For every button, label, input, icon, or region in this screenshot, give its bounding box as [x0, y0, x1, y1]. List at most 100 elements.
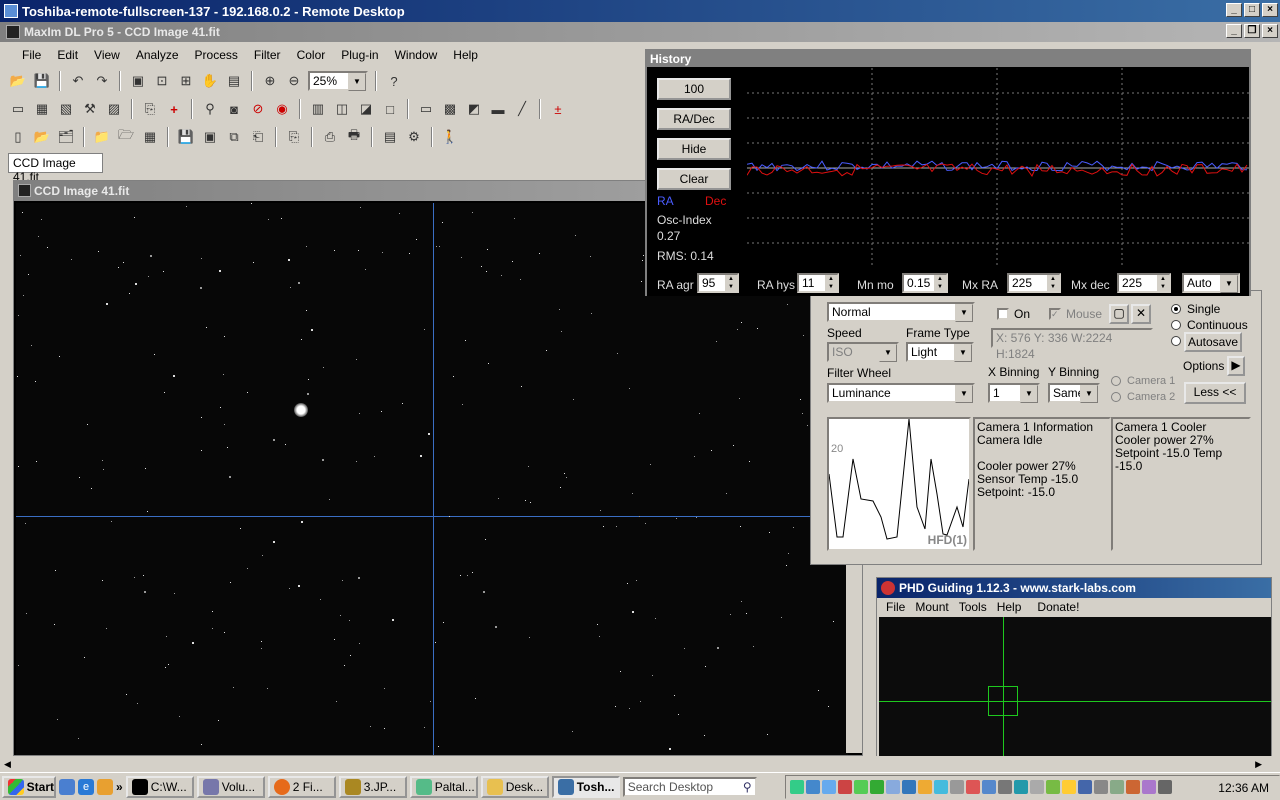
- app-close-button[interactable]: ×: [1262, 24, 1278, 38]
- open-file-icon[interactable]: 📂: [32, 127, 52, 147]
- observatory-icon[interactable]: ⊘: [248, 99, 268, 119]
- export-icon[interactable]: ⎗: [248, 127, 268, 147]
- task-volume[interactable]: Volu...: [196, 775, 265, 798]
- ra-hys-input[interactable]: 11 ▲ ▼: [797, 273, 839, 293]
- tray-icon[interactable]: [790, 780, 804, 794]
- picture-icon[interactable]: ▩: [440, 99, 460, 119]
- autosave-radio[interactable]: [1171, 336, 1181, 346]
- curve-icon[interactable]: ◩: [464, 99, 484, 119]
- history-radec-button[interactable]: RA/Dec: [657, 108, 731, 130]
- maximize-button[interactable]: □: [1244, 3, 1260, 17]
- copy-icon[interactable]: ⎘: [140, 99, 160, 119]
- camera1-radio[interactable]: [1111, 376, 1121, 386]
- document-tab[interactable]: CCD Image 41.fit: [8, 153, 103, 184]
- zoom-out-icon[interactable]: ⊖: [284, 71, 304, 91]
- line-icon[interactable]: ╱: [512, 99, 532, 119]
- task-toshiba[interactable]: Tosh...: [551, 775, 620, 798]
- tray-icon[interactable]: [934, 780, 948, 794]
- tray-icon[interactable]: [1142, 780, 1156, 794]
- tray-icon[interactable]: [1046, 780, 1060, 794]
- app-minimize-button[interactable]: _: [1226, 24, 1242, 38]
- main-horizontal-scrollbar[interactable]: ◀ ▶: [0, 756, 1280, 772]
- history-100-button[interactable]: 100: [657, 78, 731, 100]
- graph-icon[interactable]: ▨: [104, 99, 124, 119]
- context-help-icon[interactable]: ?: [384, 71, 404, 91]
- readout-mode-select[interactable]: Normal: [827, 302, 975, 322]
- redo-icon[interactable]: ↷: [92, 71, 112, 91]
- undo-icon[interactable]: ↶: [68, 71, 88, 91]
- tray-icon[interactable]: [806, 780, 820, 794]
- menu-color[interactable]: Color: [289, 48, 334, 62]
- app-restore-button[interactable]: ❐: [1244, 24, 1260, 38]
- menu-filter[interactable]: Filter: [246, 48, 289, 62]
- tray-icon[interactable]: [886, 780, 900, 794]
- phd-menu-donate[interactable]: Donate!: [1032, 600, 1084, 614]
- filter-wheel-select[interactable]: Luminance: [827, 383, 975, 403]
- start-button[interactable]: Start: [2, 775, 56, 798]
- save-all-icon[interactable]: ⧉: [224, 127, 244, 147]
- continuous-radio[interactable]: [1171, 320, 1181, 330]
- menu-file[interactable]: File: [14, 48, 49, 62]
- system-clock[interactable]: 12:36 AM: [1218, 781, 1269, 795]
- less-button[interactable]: Less <<: [1184, 382, 1246, 404]
- subframe-on-checkbox[interactable]: [997, 308, 1009, 320]
- folder-search-icon[interactable]: 🗁: [116, 127, 136, 147]
- fit-icon[interactable]: ⊡: [152, 71, 172, 91]
- layers-icon[interactable]: ▦: [32, 99, 52, 119]
- save-file-icon[interactable]: 💾: [176, 127, 196, 147]
- pan-icon[interactable]: ✋: [200, 71, 220, 91]
- image-icon[interactable]: ▣: [128, 71, 148, 91]
- camera-icon[interactable]: ◙: [224, 99, 244, 119]
- new-icon[interactable]: ▯: [8, 127, 28, 147]
- task-firefox[interactable]: 2 Fi...: [267, 775, 336, 798]
- mouse-checkbox[interactable]: ✓: [1049, 308, 1061, 320]
- phd-menu-help[interactable]: Help: [992, 600, 1027, 614]
- tray-icon[interactable]: [918, 780, 932, 794]
- phd-menu-mount[interactable]: Mount: [910, 600, 953, 614]
- mn-mo-input[interactable]: 0.15 ▲ ▼: [902, 273, 948, 293]
- focuser-icon[interactable]: ◉: [272, 99, 292, 119]
- history-hide-button[interactable]: Hide: [657, 138, 731, 160]
- camera2-radio[interactable]: [1111, 392, 1121, 402]
- mx-dec-input[interactable]: 225 ▲ ▼: [1117, 273, 1171, 293]
- save-icon[interactable]: 💾: [32, 71, 52, 91]
- menu-plugin[interactable]: Plug-in: [333, 48, 386, 62]
- align-icon[interactable]: ◫: [332, 99, 352, 119]
- save-as-icon[interactable]: ▣: [200, 127, 220, 147]
- history-clear-button[interactable]: Clear: [657, 168, 731, 190]
- search-icon[interactable]: ⚲: [743, 779, 752, 795]
- task-desktop[interactable]: Desk...: [480, 775, 549, 798]
- tray-icon[interactable]: [1126, 780, 1140, 794]
- telescope-icon[interactable]: ⚲: [200, 99, 220, 119]
- tray-icon[interactable]: [838, 780, 852, 794]
- volume-icon[interactable]: [1158, 780, 1172, 794]
- tray-icon[interactable]: [822, 780, 836, 794]
- plus-icon[interactable]: +: [164, 99, 184, 119]
- tray-icon[interactable]: [966, 780, 980, 794]
- copy-image-icon[interactable]: ⎘: [284, 127, 304, 147]
- phd-camera-view[interactable]: [879, 617, 1271, 757]
- scroll-left-icon[interactable]: ◀: [4, 759, 11, 770]
- walk-icon[interactable]: 🚶: [440, 127, 460, 147]
- mx-ra-input[interactable]: 225 ▲ ▼: [1007, 273, 1061, 293]
- ra-agr-input[interactable]: 95 ▲ ▼: [697, 273, 739, 293]
- menu-window[interactable]: Window: [387, 48, 446, 62]
- ruler-icon[interactable]: ▭: [8, 99, 28, 119]
- zoom-select[interactable]: 25%: [308, 71, 368, 91]
- tools-icon[interactable]: ⚒: [80, 99, 100, 119]
- quicklaunch-globe-icon[interactable]: [59, 778, 75, 795]
- settings-icon[interactable]: ⚙: [404, 127, 424, 147]
- bar-icon[interactable]: ▬: [488, 99, 508, 119]
- subframe-full-button[interactable]: ✕: [1131, 304, 1151, 324]
- menu-edit[interactable]: Edit: [49, 48, 86, 62]
- screen-stretch-icon[interactable]: ▤: [224, 71, 244, 91]
- subframe-select-button[interactable]: ▢: [1109, 304, 1129, 324]
- phd-menu-tools[interactable]: Tools: [954, 600, 992, 614]
- tray-icon[interactable]: [1078, 780, 1092, 794]
- phd-menu-file[interactable]: File: [881, 600, 910, 614]
- crosshair-icon[interactable]: ⊞: [176, 71, 196, 91]
- menu-view[interactable]: View: [86, 48, 128, 62]
- histogram-icon[interactable]: ▥: [308, 99, 328, 119]
- minimize-button[interactable]: _: [1226, 3, 1242, 17]
- wifi-icon[interactable]: [1094, 780, 1108, 794]
